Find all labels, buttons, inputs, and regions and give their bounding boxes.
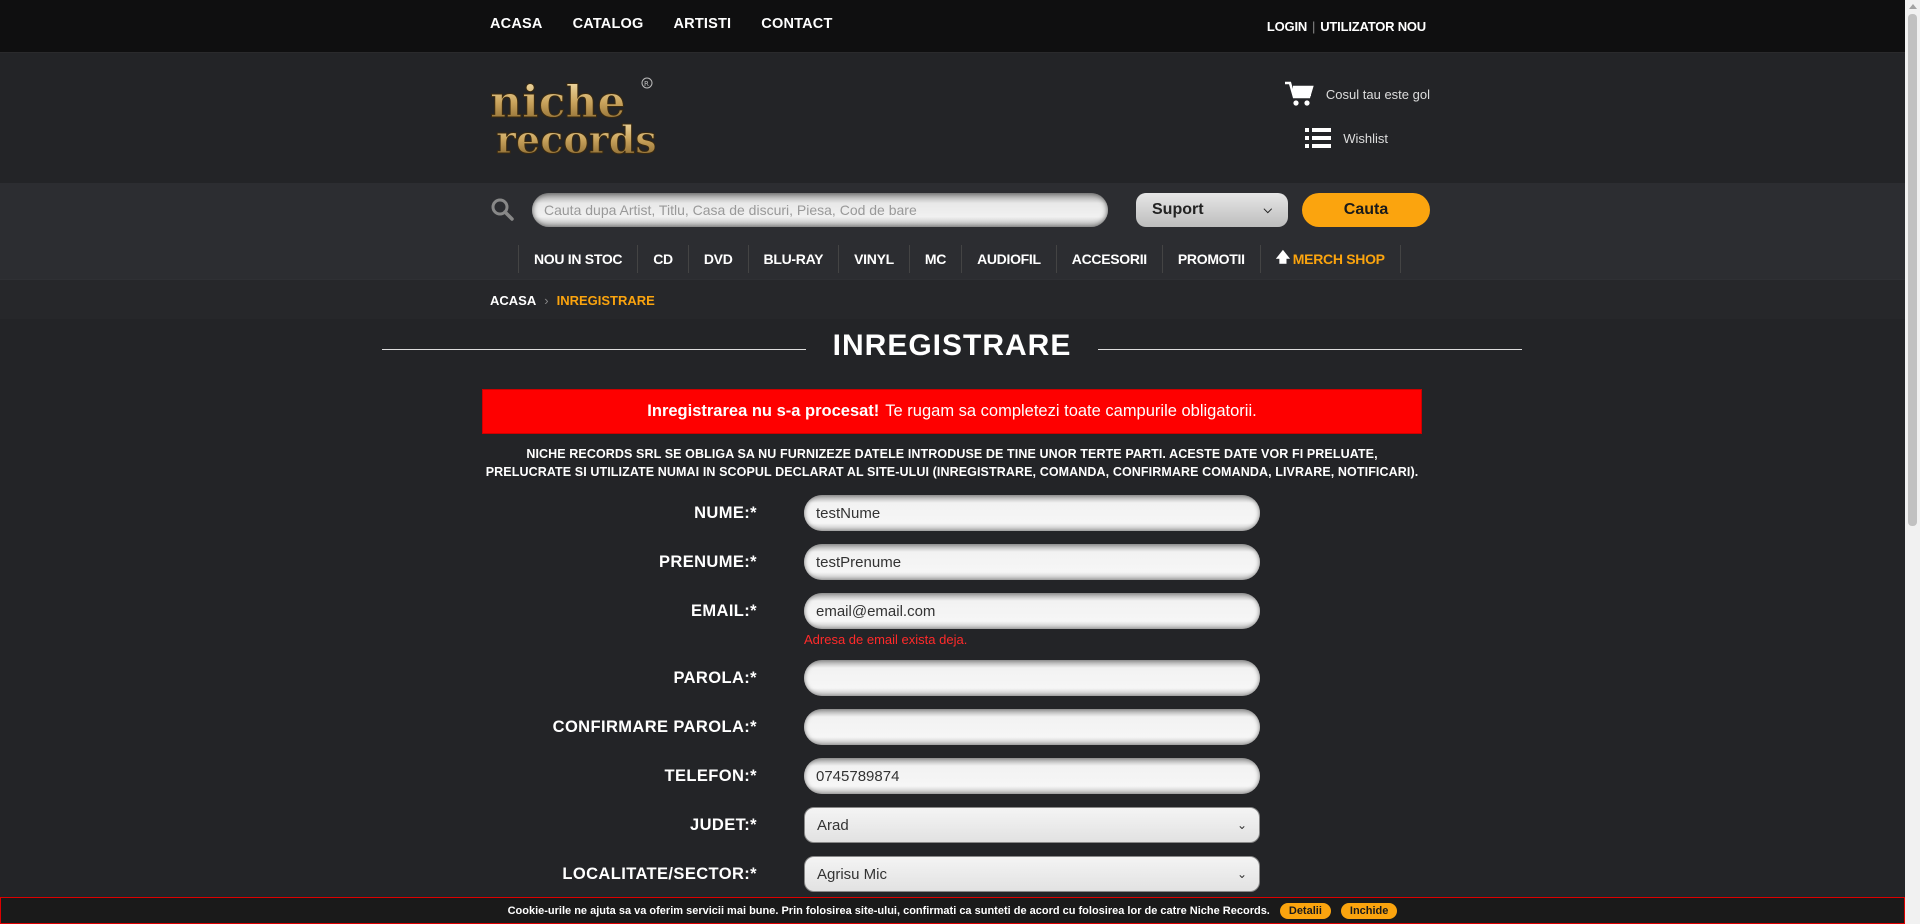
- scroll-up-icon[interactable]: [1909, 4, 1917, 9]
- localitate-label: LOCALITATE/SECTOR:*: [562, 865, 757, 883]
- email-row: EMAIL:* email@email.com Adresa de email …: [482, 593, 1422, 647]
- cookie-close-button[interactable]: Inchide: [1340, 902, 1398, 919]
- email-label: EMAIL:*: [690, 602, 757, 620]
- cat-blu-ray[interactable]: BLU-RAY: [749, 245, 840, 273]
- error-text: Te rugam sa completezi toate campurile o…: [885, 402, 1257, 420]
- register-link[interactable]: UTILIZATOR NOU: [1320, 19, 1426, 34]
- page-title-row: INREGISTRARE: [382, 327, 1522, 367]
- chevron-down-icon: ⌵: [1263, 203, 1272, 216]
- judet-value: Arad: [817, 816, 849, 834]
- localitate-select[interactable]: Agrisu Mic ⌄: [804, 856, 1260, 892]
- email-error: Adresa de email exista deja.: [804, 632, 968, 647]
- account-links: LOGIN | UTILIZATOR NOU: [1267, 19, 1426, 34]
- title-divider-right: [1098, 349, 1522, 350]
- telefon-row: TELEFON:* 0745789874: [482, 758, 1422, 794]
- nav-contact[interactable]: CONTACT: [761, 16, 832, 32]
- cookie-text: Cookie-urile ne ajuta sa va oferim servi…: [507, 904, 1270, 917]
- chevron-right-icon: ›: [544, 293, 549, 308]
- parola-input[interactable]: [804, 660, 1260, 696]
- svg-text:R: R: [644, 80, 649, 88]
- header: niche records R Cosul tau este gol Wishl…: [0, 53, 1920, 183]
- judet-row: JUDET:* Arad ⌄: [482, 807, 1422, 843]
- breadcrumb-home[interactable]: ACASA: [490, 293, 536, 308]
- search-input[interactable]: Cauta dupa Artist, Titlu, Casa de discur…: [532, 193, 1108, 227]
- scrollbar-thumb[interactable]: [1908, 14, 1917, 526]
- niche-records-logo[interactable]: niche records R: [490, 75, 655, 158]
- cat-accesorii[interactable]: ACCESORII: [1057, 245, 1163, 273]
- nav-acasa[interactable]: ACASA: [490, 16, 543, 32]
- chevron-down-icon: ⌄: [1236, 867, 1247, 881]
- cat-cd[interactable]: CD: [638, 245, 689, 273]
- search-icon[interactable]: [490, 197, 514, 221]
- suport-select[interactable]: Suport ⌵: [1136, 193, 1288, 227]
- merch-label: MERCH SHOP: [1292, 251, 1385, 267]
- localitate-row: LOCALITATE/SECTOR:* Agrisu Mic ⌄: [482, 856, 1422, 892]
- cat-audiofil[interactable]: AUDIOFIL: [962, 245, 1057, 273]
- search-bar: Cauta dupa Artist, Titlu, Casa de discur…: [0, 183, 1920, 239]
- cart-icon: [1284, 81, 1314, 106]
- chevron-down-icon: ⌄: [1236, 818, 1247, 832]
- confirmare-input[interactable]: [804, 709, 1260, 745]
- top-bar: ACASA CATALOG ARTISTI CONTACT LOGIN | UT…: [0, 0, 1920, 53]
- search-placeholder: Cauta dupa Artist, Titlu, Casa de discur…: [544, 202, 917, 218]
- telefon-input[interactable]: 0745789874: [804, 758, 1260, 794]
- nav-catalog[interactable]: CATALOG: [573, 16, 644, 32]
- nume-input[interactable]: testNume: [804, 495, 1260, 531]
- telefon-label: TELEFON:*: [664, 767, 757, 785]
- arrow-up-icon: 🡅: [1275, 249, 1290, 265]
- top-nav: ACASA CATALOG ARTISTI CONTACT: [490, 16, 833, 32]
- parola-row: PAROLA:*: [482, 660, 1422, 696]
- page-title: INREGISTRARE: [832, 329, 1072, 362]
- prenume-label: PRENUME:*: [658, 553, 757, 571]
- prenume-row: PRENUME:* testPrenume: [482, 544, 1422, 580]
- cookie-bar: Cookie-urile ne ajuta sa va oferim servi…: [0, 897, 1905, 924]
- wishlist-link[interactable]: Wishlist: [1305, 127, 1388, 149]
- nume-label: NUME:*: [694, 504, 757, 522]
- error-banner: Inregistrarea nu s-a procesat! Te rugam …: [482, 389, 1422, 434]
- cat-promotii[interactable]: PROMOTII: [1163, 245, 1261, 273]
- suport-value: Suport: [1152, 201, 1204, 218]
- list-icon: [1305, 128, 1332, 148]
- category-nav: NOU IN STOC CD DVD BLU-RAY VINYL MC AUDI…: [0, 239, 1920, 279]
- cart-status[interactable]: Cosul tau este gol: [1284, 81, 1430, 107]
- nav-artisti[interactable]: ARTISTI: [674, 16, 732, 32]
- breadcrumb-current: INREGISTRARE: [556, 293, 655, 308]
- svg-text:records: records: [496, 117, 655, 157]
- cat-dvd[interactable]: DVD: [689, 245, 749, 273]
- cat-vinyl[interactable]: VINYL: [839, 245, 910, 273]
- cookie-details-button[interactable]: Detalii: [1279, 902, 1331, 919]
- judet-label: JUDET:*: [690, 816, 757, 834]
- cat-merch-shop[interactable]: 🡅 MERCH SHOP: [1261, 245, 1401, 273]
- email-input[interactable]: email@email.com: [804, 593, 1260, 629]
- scrollbar[interactable]: [1905, 0, 1920, 924]
- judet-select[interactable]: Arad ⌄: [804, 807, 1260, 843]
- cat-nou-in-stoc[interactable]: NOU IN STOC: [519, 245, 639, 273]
- parola-label: PAROLA:*: [673, 669, 757, 687]
- prenume-input[interactable]: testPrenume: [804, 544, 1260, 580]
- login-link[interactable]: LOGIN: [1267, 19, 1307, 34]
- wishlist-text: Wishlist: [1343, 130, 1388, 146]
- confirmare-row: CONFIRMARE PAROLA:*: [482, 709, 1422, 745]
- divider: |: [1312, 19, 1316, 34]
- privacy-notice: NICHE RECORDS SRL SE OBLIGA SA NU FURNIZ…: [485, 447, 1419, 479]
- cart-text: Cosul tau este gol: [1325, 86, 1430, 102]
- nume-row: NUME:* testNume: [482, 495, 1422, 531]
- cat-mc[interactable]: MC: [910, 245, 963, 273]
- search-button[interactable]: Cauta: [1302, 193, 1430, 227]
- confirmare-label: CONFIRMARE PAROLA:*: [552, 718, 757, 736]
- breadcrumb: ACASA › INREGISTRARE: [0, 279, 1920, 319]
- error-bold: Inregistrarea nu s-a procesat!: [647, 402, 880, 420]
- localitate-value: Agrisu Mic: [817, 865, 888, 883]
